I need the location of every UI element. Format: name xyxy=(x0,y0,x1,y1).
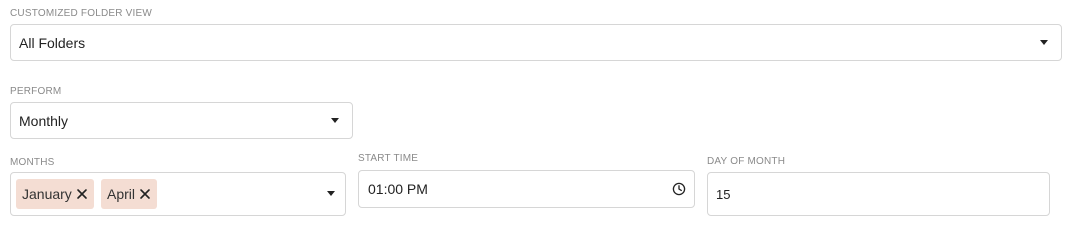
perform-label: PERFORM xyxy=(10,86,62,97)
close-icon[interactable] xyxy=(139,188,151,200)
month-chip-april: April xyxy=(101,179,158,209)
chevron-down-icon xyxy=(331,118,339,123)
close-icon[interactable] xyxy=(76,188,88,200)
clock-icon[interactable] xyxy=(672,182,686,196)
folder-view-select[interactable]: All Folders xyxy=(10,24,1062,61)
month-chip-label: April xyxy=(107,186,136,202)
start-time-label: START TIME xyxy=(358,153,419,164)
day-of-month-label: DAY OF MONTH xyxy=(707,156,786,167)
day-of-month-value: 15 xyxy=(716,187,731,202)
chevron-down-icon xyxy=(327,191,335,196)
months-label: MONTHS xyxy=(10,157,55,168)
perform-select[interactable]: Monthly xyxy=(10,102,353,139)
folder-view-label: CUSTOMIZED FOLDER VIEW xyxy=(10,8,153,19)
chevron-down-icon xyxy=(1040,40,1048,45)
perform-value: Monthly xyxy=(19,113,69,129)
month-chip-january: January xyxy=(16,179,94,209)
folder-view-value: All Folders xyxy=(19,35,86,51)
day-of-month-input[interactable]: 15 xyxy=(707,172,1050,216)
start-time-input[interactable]: 01:00 PM xyxy=(358,170,695,208)
months-multiselect[interactable]: January April xyxy=(10,172,346,216)
month-chip-label: January xyxy=(22,186,72,202)
start-time-value: 01:00 PM xyxy=(368,181,428,197)
